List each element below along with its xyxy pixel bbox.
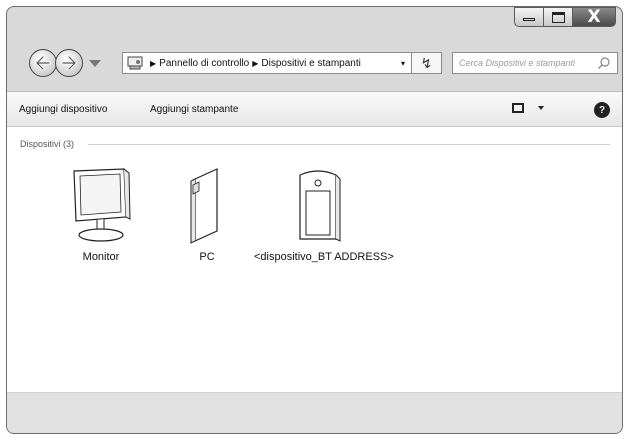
navigation-buttons (29, 49, 101, 77)
search-icon[interactable] (597, 56, 611, 70)
explorer-window: X ▶ Pannello di controllo ▶ Dispositivi … (6, 6, 623, 434)
device-pc[interactable]: PC (181, 165, 233, 263)
breadcrumb-separator-icon: ▶ (150, 58, 157, 68)
refresh-icon: ↯ (420, 54, 433, 71)
back-arrow-icon (35, 56, 51, 70)
add-printer-button[interactable]: Aggiungi stampante (150, 104, 238, 115)
device-label: PC (199, 251, 215, 263)
close-button[interactable]: X (572, 7, 616, 27)
address-dropdown-icon[interactable]: ▾ (401, 59, 405, 68)
command-bar: Aggiungi dispositivo Aggiungi stampante … (7, 91, 622, 127)
view-icon (512, 103, 524, 113)
add-device-button[interactable]: Aggiungi dispositivo (19, 104, 107, 115)
back-button[interactable] (29, 49, 57, 77)
devices-pane: Dispositivi (3) Monitor PC <dispositivo_… (7, 127, 622, 392)
forward-button[interactable] (55, 49, 83, 77)
maximize-button[interactable] (543, 7, 573, 27)
search-box[interactable] (452, 52, 618, 74)
change-view-button[interactable] (512, 103, 544, 113)
details-pane (7, 392, 622, 433)
bluetooth-device-icon (299, 170, 341, 242)
monitor-icon (73, 168, 131, 242)
minimize-button[interactable] (514, 7, 544, 27)
minimize-icon (523, 17, 535, 21)
group-divider (88, 143, 610, 145)
breadcrumb-devices-printers[interactable]: Dispositivi e stampanti (261, 58, 360, 69)
pc-icon (190, 168, 218, 244)
group-title: Dispositivi (3) (20, 139, 75, 149)
window-controls: X (514, 7, 616, 27)
breadcrumb-separator-icon: ▶ (252, 58, 259, 68)
device-label: Monitor (82, 251, 120, 263)
search-input[interactable] (453, 58, 597, 68)
address-bar[interactable]: ▶ Pannello di controllo ▶ Dispositivi e … (122, 52, 412, 74)
close-icon: X (587, 6, 601, 27)
recent-pages-dropdown[interactable] (89, 59, 101, 67)
breadcrumb-control-panel[interactable]: Pannello di controllo (159, 58, 249, 69)
group-header[interactable]: Dispositivi (3) (20, 139, 610, 149)
maximize-icon (551, 11, 565, 23)
forward-arrow-icon (61, 56, 77, 70)
view-dropdown-icon (538, 106, 544, 110)
device-monitor[interactable]: Monitor (61, 165, 141, 263)
control-panel-icon (127, 56, 143, 70)
help-button[interactable]: ? (594, 102, 610, 118)
device-label: <dispositivo_BT ADDRESS> (254, 251, 394, 263)
refresh-button[interactable]: ↯ (412, 52, 442, 74)
device-bluetooth[interactable]: <dispositivo_BT ADDRESS> (254, 165, 394, 263)
